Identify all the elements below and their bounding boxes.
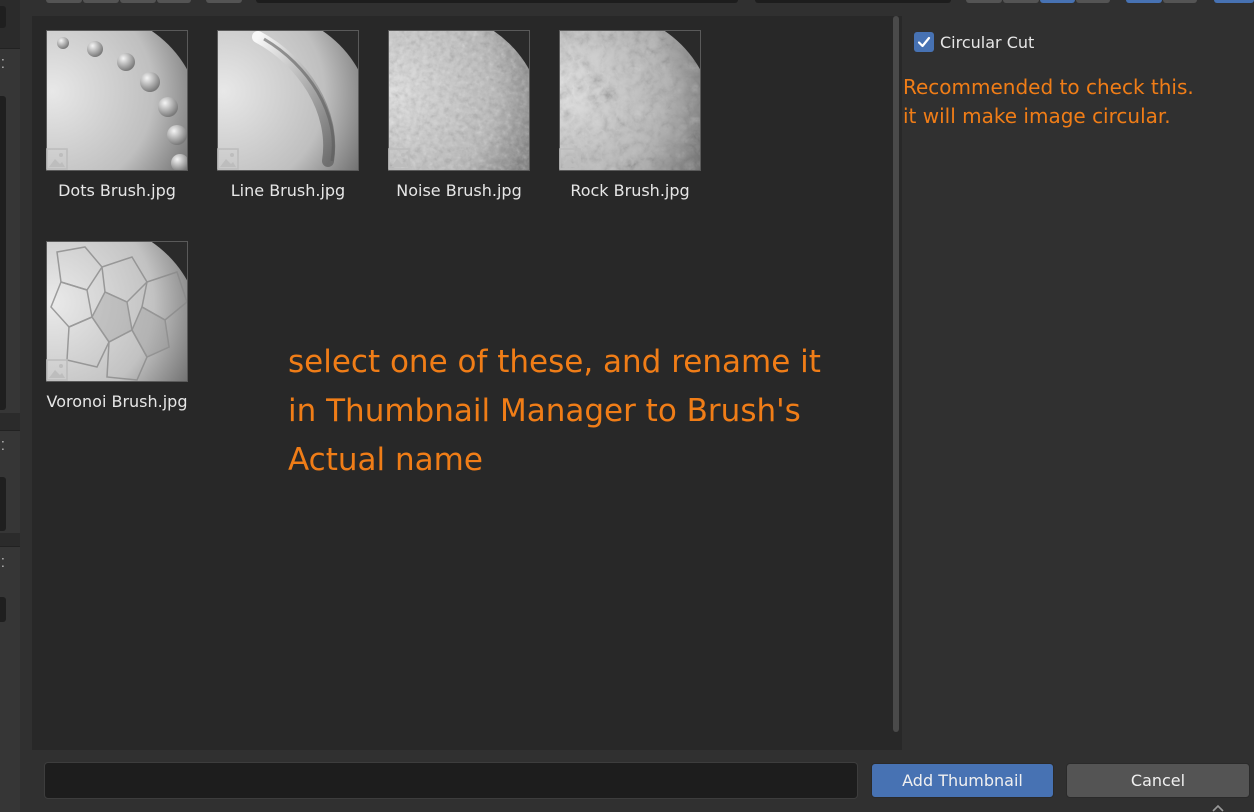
chevron-up-icon[interactable] bbox=[1210, 799, 1226, 812]
add-thumbnail-button[interactable]: Add Thumbnail bbox=[871, 763, 1054, 798]
cancel-button[interactable]: Cancel bbox=[1066, 763, 1250, 798]
image-file-icon bbox=[217, 148, 239, 170]
thumbnail-voronoi-brush[interactable]: Voronoi Brush.jpg bbox=[46, 241, 188, 421]
side-menu-icon[interactable]: ⁚ bbox=[1, 58, 5, 70]
side-panel-3 bbox=[0, 546, 20, 812]
options-annotation: Recommended to check this. it will make … bbox=[903, 73, 1243, 131]
image-file-icon bbox=[46, 148, 68, 170]
left-side-strip: ⁚ ⁚ ⁚ bbox=[0, 0, 20, 812]
image-file-icon bbox=[559, 148, 581, 170]
thumbnail-dots-brush[interactable]: Dots Brush.jpg bbox=[46, 30, 188, 210]
thumbnail-line-brush[interactable]: Line Brush.jpg bbox=[217, 30, 359, 210]
filter-button[interactable] bbox=[1126, 0, 1162, 3]
thumbnail-rock-brush[interactable]: Rock Brush.jpg bbox=[559, 30, 701, 210]
side-panel-edge bbox=[0, 96, 6, 410]
side-handle[interactable] bbox=[0, 6, 6, 28]
image-file-icon bbox=[388, 148, 410, 170]
toolbar-button-3[interactable] bbox=[120, 0, 156, 3]
view-button-4[interactable] bbox=[1076, 0, 1110, 3]
image-file-icon bbox=[46, 359, 68, 381]
side-menu-icon-3[interactable]: ⁚ bbox=[1, 557, 5, 569]
thumbnail-label: Line Brush.jpg bbox=[230, 181, 346, 200]
toolbar-button-4[interactable] bbox=[157, 0, 191, 3]
circular-cut-checkbox[interactable] bbox=[914, 32, 934, 52]
thumbnail-label: Dots Brush.jpg bbox=[58, 181, 176, 200]
path-field[interactable] bbox=[256, 0, 738, 3]
view-button-2[interactable] bbox=[1003, 0, 1039, 3]
thumbnail-noise-brush[interactable]: Noise Brush.jpg bbox=[388, 30, 530, 210]
thumbnail-label: Rock Brush.jpg bbox=[570, 181, 690, 200]
filename-input[interactable] bbox=[44, 762, 858, 799]
view-button-1[interactable] bbox=[966, 0, 1002, 3]
checkmark-icon bbox=[917, 36, 931, 48]
circular-cut-option[interactable]: Circular Cut bbox=[914, 31, 1034, 53]
browser-scrollbar[interactable] bbox=[893, 16, 899, 732]
annotation-line: Actual name bbox=[288, 442, 483, 478]
circular-cut-label: Circular Cut bbox=[940, 32, 1035, 52]
toolbar-button-1[interactable] bbox=[46, 0, 82, 3]
view-button-3[interactable] bbox=[1040, 0, 1075, 3]
settings-button[interactable] bbox=[1214, 0, 1254, 3]
filter-options-button[interactable] bbox=[1163, 0, 1197, 3]
annotation-line: select one of these, and rename it bbox=[288, 344, 821, 380]
instruction-annotation: select one of these, and rename it in Th… bbox=[288, 338, 888, 485]
thumbnail-label: Noise Brush.jpg bbox=[396, 181, 522, 200]
toolbar-button-5[interactable] bbox=[206, 0, 242, 3]
search-field[interactable] bbox=[755, 0, 951, 3]
annotation-line: it will make image circular. bbox=[903, 104, 1171, 128]
annotation-line: Recommended to check this. bbox=[903, 75, 1194, 99]
thumbnail-label: Voronoi Brush.jpg bbox=[46, 392, 188, 411]
toolbar-button-2[interactable] bbox=[83, 0, 119, 3]
annotation-line: in Thumbnail Manager to Brush's bbox=[288, 393, 801, 429]
side-panel-edge-3 bbox=[0, 597, 6, 622]
side-panel-edge-2 bbox=[0, 477, 6, 531]
top-toolbar bbox=[20, 0, 1254, 16]
side-menu-icon-2[interactable]: ⁚ bbox=[1, 440, 5, 452]
